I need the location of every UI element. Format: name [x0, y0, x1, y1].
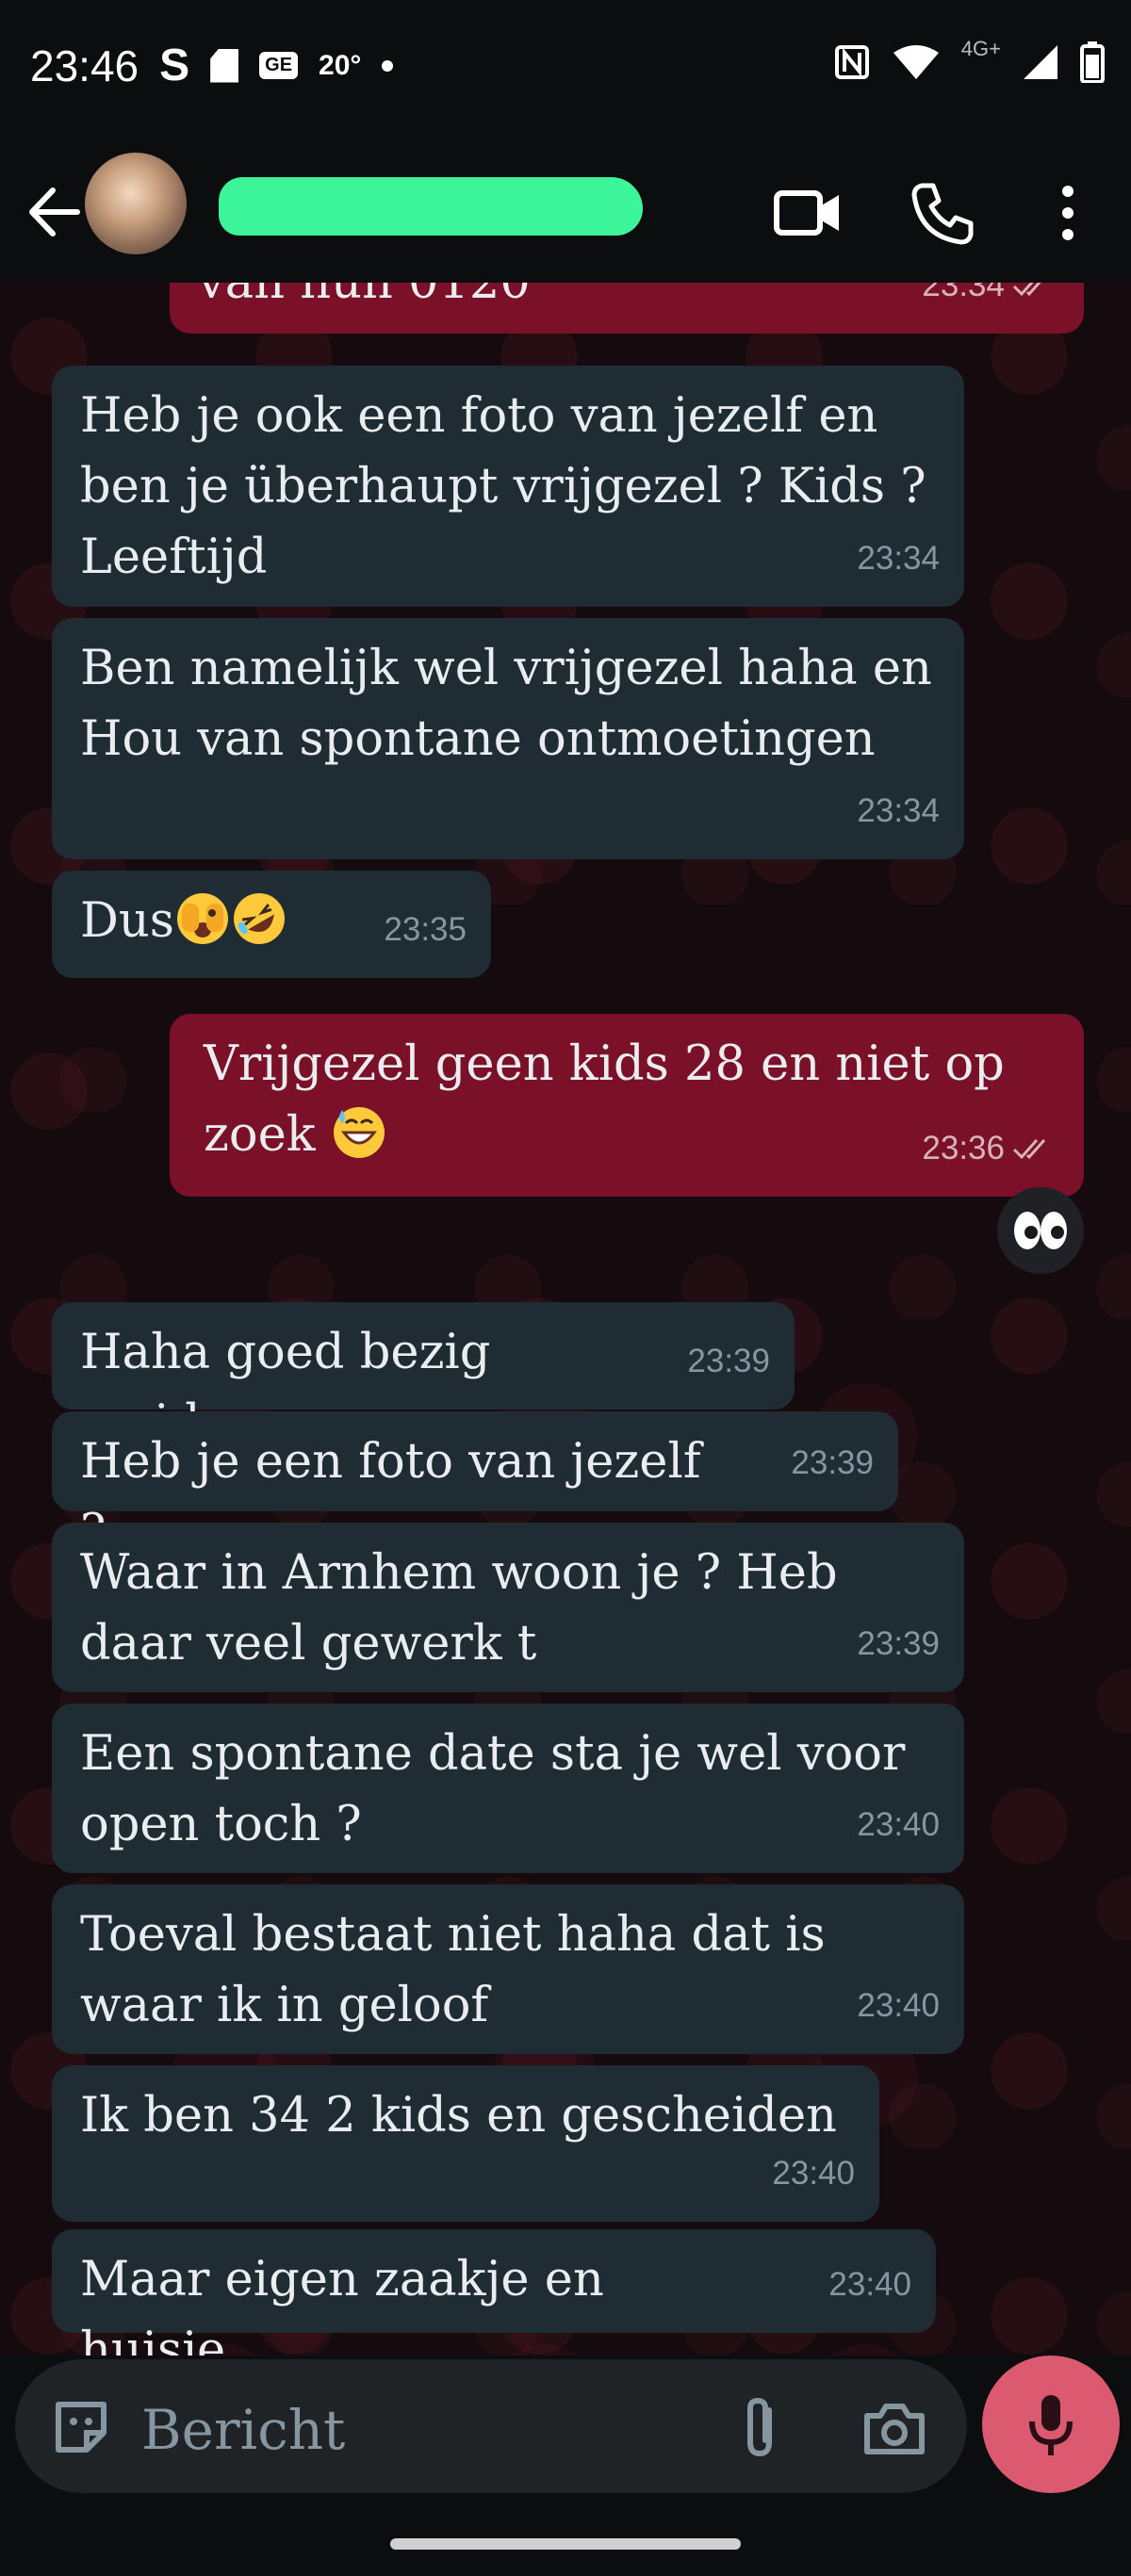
message-time: 23:40	[772, 2155, 855, 2192]
nfc-icon	[834, 45, 869, 79]
message-bubble-incoming[interactable]: Haha goed bezig meid 23:39	[52, 1302, 795, 1451]
message-bubble-incoming[interactable]: Heb je ook een foto van jezelf en ben je…	[52, 366, 964, 607]
contact-name[interactable]	[219, 177, 643, 236]
network-type: 4G+	[960, 37, 1001, 60]
wifi-icon	[893, 45, 939, 79]
message-text: Waar in Arnhem woon je ? Heb daar veel g…	[80, 1545, 838, 1671]
camera-icon[interactable]	[861, 2401, 927, 2457]
notification-dot-icon	[382, 59, 394, 72]
grinning-sweat-icon	[333, 1107, 385, 1158]
message-text: Een spontane date sta je wel voor open t…	[80, 1726, 906, 1852]
message-time: 23:40	[828, 2266, 911, 2303]
message-time: 23:34	[857, 792, 940, 829]
read-receipt-icon	[1012, 1138, 1046, 1159]
message-text: Vrijgezel geen kids 28 en niet op zoek	[204, 1036, 1005, 1163]
status-bar: 23:46 S GE 20° 4G+	[0, 0, 1131, 141]
microphone-icon	[1029, 2395, 1073, 2455]
message-time: 23:39	[857, 1625, 940, 1662]
system-nav-bar	[0, 2497, 1131, 2576]
contact-avatar[interactable]	[85, 153, 187, 254]
message-input-placeholder: Bericht	[141, 2398, 346, 2462]
mic-button[interactable]	[982, 2356, 1120, 2493]
temperature: 20°	[319, 49, 362, 81]
message-bubble-incoming[interactable]: Ben namelijk wel vrijgezel haha en Hou v…	[52, 618, 964, 859]
attach-icon[interactable]	[735, 2395, 786, 2461]
rolling-on-floor-laughing-icon	[233, 893, 285, 944]
message-bubble-incoming[interactable]: Maar eigen zaakje en huisje 23:40	[52, 2229, 936, 2356]
message-time: 23:40	[857, 1987, 940, 2024]
sd-card-icon	[210, 48, 239, 83]
message-time: 23:39	[687, 1343, 770, 1379]
message-list[interactable]: van hun 0120 23:34 Heb je ook een foto v…	[0, 283, 1131, 2356]
message-bubble-outgoing[interactable]: Vrijgezel geen kids 28 en niet op zoek 2…	[170, 1014, 1084, 1197]
home-gesture-handle[interactable]	[390, 2538, 741, 2550]
video-call-icon[interactable]	[771, 176, 844, 250]
message-bubble-incoming[interactable]: Een spontane date sta je wel voor open t…	[52, 1704, 964, 1873]
message-time: 23:36	[922, 1130, 1005, 1166]
message-time: 23:40	[857, 1806, 940, 1843]
message-text: van hun 0120	[198, 283, 531, 318]
face-with-peeking-eye-icon	[176, 893, 228, 944]
message-text: Ik ben 34 2 kids en gescheiden	[80, 2088, 837, 2144]
ge-badge-icon: GE	[259, 52, 299, 79]
message-time: 23:34	[857, 540, 940, 577]
message-time: 23:34	[922, 283, 1005, 303]
sticker-icon[interactable]	[51, 2397, 111, 2457]
message-text: Heb je ook een foto van jezelf en ben je…	[80, 388, 926, 585]
more-options-icon[interactable]	[1031, 176, 1105, 250]
message-time: 23:39	[791, 1444, 874, 1481]
message-text: Maar eigen zaakje en huisje	[80, 2252, 604, 2356]
message-bubble-incoming[interactable]: Toeval bestaat niet haha dat is waar ik …	[52, 1884, 964, 2054]
message-text: Toeval bestaat niet haha dat is waar ik …	[80, 1907, 826, 2033]
message-bubble-incoming[interactable]: Waar in Arnhem woon je ? Heb daar veel g…	[52, 1523, 964, 1692]
message-reaction[interactable]	[997, 1187, 1084, 1274]
message-bubble-incoming[interactable]: Ik ben 34 2 kids en gescheiden 23:40	[52, 2065, 879, 2222]
message-text: Ben namelijk wel vrijgezel haha en Hou v…	[80, 641, 932, 767]
back-arrow-icon[interactable]	[21, 179, 87, 245]
voice-call-icon[interactable]	[907, 176, 980, 250]
message-text: Dus	[80, 893, 174, 949]
message-time: 23:35	[384, 911, 467, 948]
carrier-icon: S	[159, 41, 190, 90]
signal-icon	[1024, 45, 1057, 79]
message-bubble-incoming[interactable]: Dus 23:35	[52, 871, 491, 978]
eyes-icon	[1014, 1212, 1067, 1249]
read-receipt-icon	[1012, 283, 1041, 296]
message-bubble-incoming[interactable]: Heb je een foto van jezelf ? 23:39	[52, 1411, 898, 1560]
battery-icon	[1080, 41, 1105, 83]
message-bubble-outgoing[interactable]: van hun 0120 23:34	[170, 283, 1084, 334]
status-time: 23:46	[30, 41, 139, 90]
